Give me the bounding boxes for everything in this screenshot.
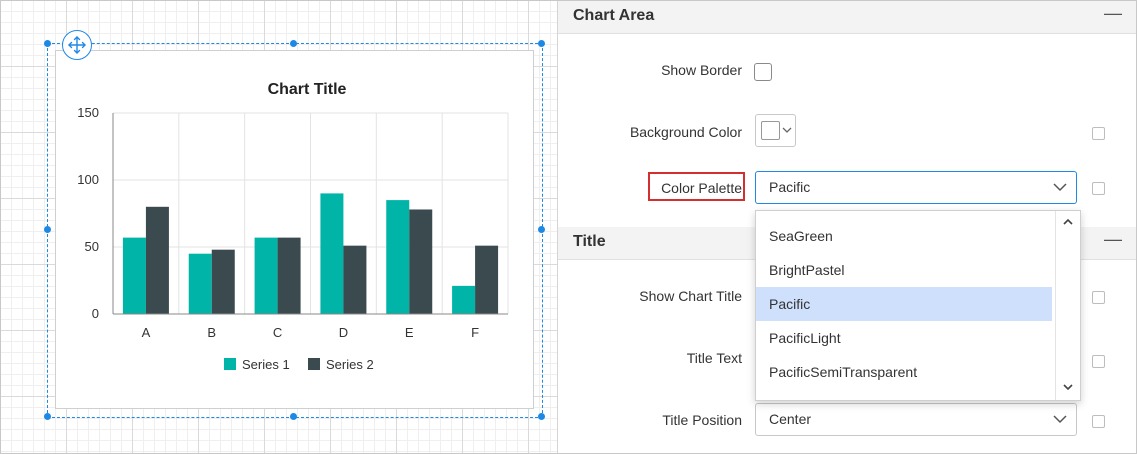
title-position-value: Center xyxy=(769,411,812,427)
color-palette-value: Pacific xyxy=(769,179,811,195)
resize-handle-e[interactable] xyxy=(538,226,545,233)
section-title: Title xyxy=(573,233,606,250)
bar-series-1-c xyxy=(254,237,278,314)
y-tick-label: 100 xyxy=(77,172,99,187)
background-color-picker[interactable] xyxy=(755,114,796,147)
chevron-down-icon xyxy=(1053,415,1067,424)
y-tick-label: 0 xyxy=(92,306,99,321)
bar-series-2-a xyxy=(145,206,169,314)
properties-panel: Chart Area — Show Border Background Colo… xyxy=(558,1,1136,453)
x-tick-label: D xyxy=(339,325,348,340)
scroll-up-icon[interactable] xyxy=(1062,217,1074,226)
color-swatch xyxy=(761,121,780,140)
legend-swatch xyxy=(224,358,236,370)
bar-series-2-c xyxy=(277,237,301,314)
palette-option-pacificsemitransparent[interactable]: PacificSemiTransparent xyxy=(756,355,1052,389)
title-position-expression-checkbox[interactable] xyxy=(1092,415,1105,428)
title-text-label: Title Text xyxy=(686,350,742,366)
resize-handle-w[interactable] xyxy=(44,226,51,233)
title-position-label: Title Position xyxy=(662,412,742,428)
legend-label: Series 1 xyxy=(242,357,290,372)
bar-series-2-e xyxy=(409,209,433,314)
x-tick-label: E xyxy=(405,325,414,340)
background-color-label: Background Color xyxy=(629,124,742,140)
bar-series-1-a xyxy=(122,237,146,314)
designer-window: Chart Title 0 50 100 150 A B C D E F Series 1 Serie… xyxy=(0,0,1137,454)
title-text-expression-checkbox[interactable] xyxy=(1092,355,1105,368)
color-palette-label: Color Palette xyxy=(661,180,742,196)
section-chart-area-header[interactable]: Chart Area — xyxy=(558,1,1136,34)
color-palette-dropdown[interactable]: Pacific xyxy=(755,171,1077,204)
palette-option-pacificlight[interactable]: PacificLight xyxy=(756,321,1052,355)
chart-title: Chart Title xyxy=(268,81,347,98)
color-palette-options-popup: SeaGreen BrightPastel Pacific PacificLig… xyxy=(755,210,1081,401)
show-chart-title-expression-checkbox[interactable] xyxy=(1092,291,1105,304)
title-position-dropdown[interactable]: Center xyxy=(755,403,1077,436)
x-tick-label: B xyxy=(207,325,216,340)
chart-item[interactable]: Chart Title 0 50 100 150 A B C D E F Series 1 Serie… xyxy=(55,50,534,409)
bar-series-1-d xyxy=(320,193,344,314)
color-palette-expression-checkbox[interactable] xyxy=(1092,182,1105,195)
chevron-down-icon xyxy=(782,127,792,133)
resize-handle-ne[interactable] xyxy=(538,40,545,47)
bar-series-2-f xyxy=(475,245,499,314)
y-tick-label: 50 xyxy=(85,239,99,254)
section-title: Chart Area xyxy=(573,7,655,24)
show-chart-title-label: Show Chart Title xyxy=(639,288,742,304)
legend-swatch xyxy=(308,358,320,370)
background-color-expression-checkbox[interactable] xyxy=(1092,127,1105,140)
chevron-down-icon xyxy=(1053,183,1067,192)
show-border-label: Show Border xyxy=(661,62,742,78)
design-canvas[interactable]: Chart Title 0 50 100 150 A B C D E F Series 1 Serie… xyxy=(1,1,557,453)
bar-series-1-f xyxy=(452,285,476,314)
bar-chart: Chart Title 0 50 100 150 A B C D E F Series 1 Serie… xyxy=(77,81,509,372)
bar-series-1-e xyxy=(386,200,410,314)
y-tick-label: 150 xyxy=(77,105,99,120)
x-tick-label: F xyxy=(471,325,479,340)
collapse-icon[interactable]: — xyxy=(1104,3,1122,24)
resize-handle-s[interactable] xyxy=(290,413,297,420)
resize-handle-nw[interactable] xyxy=(44,40,51,47)
bar-series-2-d xyxy=(343,245,367,314)
x-tick-label: C xyxy=(273,325,282,340)
scroll-down-icon[interactable] xyxy=(1062,383,1074,392)
palette-option-seagreen[interactable]: SeaGreen xyxy=(756,219,1052,253)
palette-option-pacific[interactable]: Pacific xyxy=(756,287,1052,321)
resize-handle-sw[interactable] xyxy=(44,413,51,420)
resize-handle-se[interactable] xyxy=(538,413,545,420)
legend-label: Series 2 xyxy=(326,357,374,372)
popup-scrollbar[interactable] xyxy=(1055,211,1080,400)
show-border-checkbox[interactable] xyxy=(754,63,772,81)
palette-option-brightpastel[interactable]: BrightPastel xyxy=(756,253,1052,287)
resize-handle-n[interactable] xyxy=(290,40,297,47)
bar-series-1-b xyxy=(188,253,212,314)
collapse-icon[interactable]: — xyxy=(1104,229,1122,250)
x-tick-label: A xyxy=(142,325,151,340)
bar-series-2-b xyxy=(211,249,235,314)
move-icon[interactable] xyxy=(62,30,92,60)
